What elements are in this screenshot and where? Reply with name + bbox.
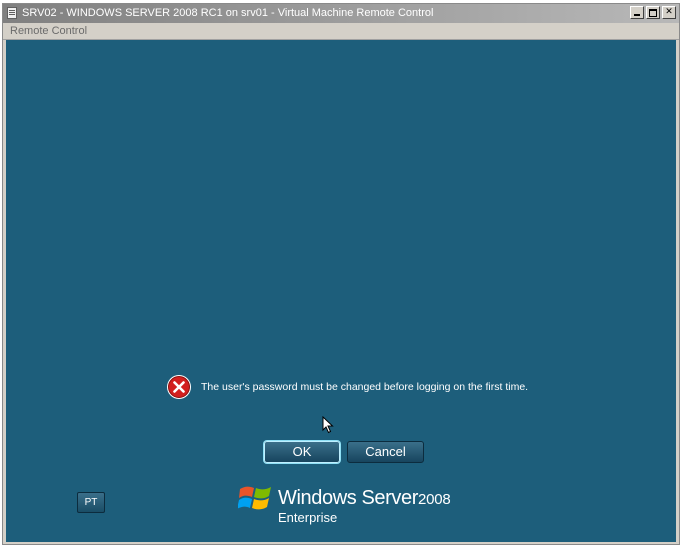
windows-flag-icon	[238, 486, 271, 510]
close-button[interactable]: ✕	[662, 6, 676, 19]
vm-screen[interactable]: The user's password must be changed befo…	[6, 40, 676, 542]
language-bar-button[interactable]: PT	[77, 492, 105, 513]
menu-remote-control[interactable]: Remote Control	[10, 25, 87, 37]
logo-brand-text: Windows Server2008	[278, 487, 451, 510]
minimize-button[interactable]	[630, 6, 644, 19]
mouse-cursor-icon	[322, 416, 334, 434]
maximize-button[interactable]	[646, 6, 660, 19]
window-controls: ✕	[630, 6, 676, 19]
logo-edition: Enterprise	[278, 510, 338, 525]
title-bar[interactable]: SRV02 - WINDOWS SERVER 2008 RC1 on srv01…	[3, 4, 679, 23]
cancel-button[interactable]: Cancel	[347, 441, 424, 463]
menu-bar: Remote Control	[3, 23, 679, 40]
ok-button[interactable]: OK	[264, 441, 340, 463]
error-icon	[167, 375, 191, 399]
logo-version: 2008	[418, 491, 451, 508]
error-message: The user's password must be changed befo…	[201, 381, 529, 393]
windows-server-logo: Windows Server2008 Enterprise	[238, 480, 458, 530]
window-icon[interactable]	[7, 7, 17, 19]
window-title: SRV02 - WINDOWS SERVER 2008 RC1 on srv01…	[22, 7, 434, 19]
logo-brand: Windows Server	[278, 487, 418, 509]
remote-control-window: SRV02 - WINDOWS SERVER 2008 RC1 on srv01…	[2, 3, 680, 545]
